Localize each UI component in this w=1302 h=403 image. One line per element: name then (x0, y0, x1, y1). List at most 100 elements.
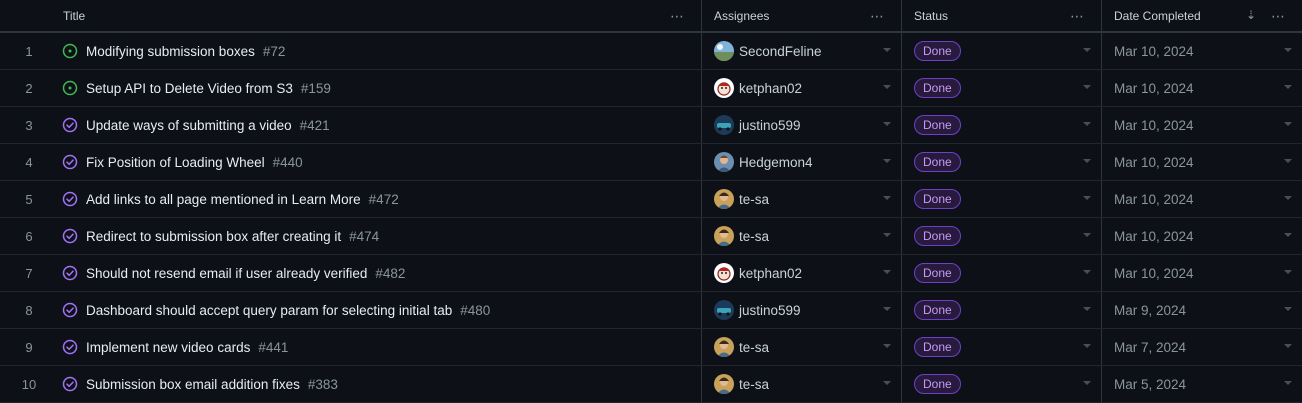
chevron-down-icon[interactable] (1284, 48, 1292, 52)
table-row[interactable]: 8 Dashboard should accept query param fo… (0, 292, 1302, 329)
chevron-down-icon[interactable] (1284, 196, 1292, 200)
assignee-cell[interactable]: te-sa (702, 218, 902, 254)
chevron-down-icon[interactable] (1284, 381, 1292, 385)
chevron-down-icon[interactable] (1284, 344, 1292, 348)
issue-title[interactable]: Add links to all page mentioned in Learn… (86, 192, 361, 207)
issue-number[interactable]: #421 (300, 118, 330, 133)
chevron-down-icon[interactable] (1284, 122, 1292, 126)
chevron-down-icon[interactable] (883, 270, 891, 274)
sort-descending-icon[interactable]: ⇣ (1246, 8, 1256, 22)
issue-number[interactable]: #472 (369, 192, 399, 207)
issue-number[interactable]: #72 (263, 44, 286, 59)
issue-title[interactable]: Update ways of submitting a video (86, 118, 292, 133)
chevron-down-icon[interactable] (883, 344, 891, 348)
more-options-icon[interactable]: ⋯ (670, 8, 685, 25)
title-cell[interactable]: Add links to all page mentioned in Learn… (58, 181, 702, 217)
more-options-icon[interactable]: ⋯ (1271, 8, 1286, 25)
title-cell[interactable]: Update ways of submitting a video #421 (58, 107, 702, 143)
chevron-down-icon[interactable] (1083, 196, 1091, 200)
issue-number[interactable]: #383 (308, 377, 338, 392)
status-cell[interactable]: Done (902, 70, 1102, 106)
issue-number[interactable]: #441 (258, 340, 288, 355)
chevron-down-icon[interactable] (1284, 85, 1292, 89)
date-completed-cell[interactable]: Mar 7, 2024 (1102, 329, 1302, 365)
chevron-down-icon[interactable] (1083, 381, 1091, 385)
status-cell[interactable]: Done (902, 218, 1102, 254)
title-cell[interactable]: Redirect to submission box after creatin… (58, 218, 702, 254)
column-header-date-completed[interactable]: Date Completed ⇣ ⋯ (1102, 0, 1302, 31)
issue-number[interactable]: #482 (375, 266, 405, 281)
date-completed-cell[interactable]: Mar 5, 2024 (1102, 366, 1302, 402)
status-cell[interactable]: Done (902, 144, 1102, 180)
chevron-down-icon[interactable] (883, 307, 891, 311)
title-cell[interactable]: Should not resend email if user already … (58, 255, 702, 291)
chevron-down-icon[interactable] (883, 48, 891, 52)
column-header-assignees[interactable]: Assignees ⋯ (702, 0, 902, 31)
date-completed-cell[interactable]: Mar 10, 2024 (1102, 33, 1302, 69)
assignee-cell[interactable]: ketphan02 (702, 255, 902, 291)
chevron-down-icon[interactable] (1284, 233, 1292, 237)
assignee-cell[interactable]: ketphan02 (702, 70, 902, 106)
chevron-down-icon[interactable] (883, 381, 891, 385)
chevron-down-icon[interactable] (883, 196, 891, 200)
issue-title[interactable]: Setup API to Delete Video from S3 (86, 81, 293, 96)
title-cell[interactable]: Fix Position of Loading Wheel #440 (58, 144, 702, 180)
table-row[interactable]: 3 Update ways of submitting a video #421… (0, 107, 1302, 144)
table-row[interactable]: 6 Redirect to submission box after creat… (0, 218, 1302, 255)
table-row[interactable]: 5 Add links to all page mentioned in Lea… (0, 181, 1302, 218)
chevron-down-icon[interactable] (1284, 307, 1292, 311)
issue-title[interactable]: Should not resend email if user already … (86, 266, 367, 281)
date-completed-cell[interactable]: Mar 10, 2024 (1102, 70, 1302, 106)
issue-number[interactable]: #474 (349, 229, 379, 244)
status-cell[interactable]: Done (902, 107, 1102, 143)
assignee-cell[interactable]: te-sa (702, 366, 902, 402)
chevron-down-icon[interactable] (883, 122, 891, 126)
issue-title[interactable]: Implement new video cards (86, 340, 250, 355)
status-cell[interactable]: Done (902, 33, 1102, 69)
assignee-cell[interactable]: te-sa (702, 329, 902, 365)
title-cell[interactable]: Dashboard should accept query param for … (58, 292, 702, 328)
date-completed-cell[interactable]: Mar 10, 2024 (1102, 181, 1302, 217)
status-cell[interactable]: Done (902, 292, 1102, 328)
title-cell[interactable]: Submission box email addition fixes #383 (58, 366, 702, 402)
chevron-down-icon[interactable] (1083, 85, 1091, 89)
assignee-cell[interactable]: justino599 (702, 107, 902, 143)
issue-number[interactable]: #440 (273, 155, 303, 170)
chevron-down-icon[interactable] (883, 233, 891, 237)
date-completed-cell[interactable]: Mar 10, 2024 (1102, 255, 1302, 291)
assignee-cell[interactable]: te-sa (702, 181, 902, 217)
assignee-cell[interactable]: SecondFeline (702, 33, 902, 69)
assignee-cell[interactable]: justino599 (702, 292, 902, 328)
chevron-down-icon[interactable] (1083, 48, 1091, 52)
chevron-down-icon[interactable] (1284, 159, 1292, 163)
chevron-down-icon[interactable] (1083, 270, 1091, 274)
issue-number[interactable]: #159 (301, 81, 331, 96)
title-cell[interactable]: Setup API to Delete Video from S3 #159 (58, 70, 702, 106)
column-header-status[interactable]: Status ⋯ (902, 0, 1102, 31)
title-cell[interactable]: Modifying submission boxes #72 (58, 33, 702, 69)
date-completed-cell[interactable]: Mar 10, 2024 (1102, 218, 1302, 254)
issue-title[interactable]: Submission box email addition fixes (86, 377, 300, 392)
chevron-down-icon[interactable] (1083, 233, 1091, 237)
column-header-title[interactable]: Title ⋯ (58, 0, 702, 31)
issue-title[interactable]: Redirect to submission box after creatin… (86, 229, 341, 244)
table-row[interactable]: 2 Setup API to Delete Video from S3 #159… (0, 70, 1302, 107)
chevron-down-icon[interactable] (883, 159, 891, 163)
chevron-down-icon[interactable] (883, 85, 891, 89)
issue-title[interactable]: Dashboard should accept query param for … (86, 303, 452, 318)
table-row[interactable]: 4 Fix Position of Loading Wheel #440 Hed… (0, 144, 1302, 181)
date-completed-cell[interactable]: Mar 9, 2024 (1102, 292, 1302, 328)
status-cell[interactable]: Done (902, 181, 1102, 217)
issue-title[interactable]: Fix Position of Loading Wheel (86, 155, 265, 170)
more-options-icon[interactable]: ⋯ (1070, 8, 1085, 25)
status-cell[interactable]: Done (902, 255, 1102, 291)
assignee-cell[interactable]: Hedgemon4 (702, 144, 902, 180)
table-row[interactable]: 7 Should not resend email if user alread… (0, 255, 1302, 292)
chevron-down-icon[interactable] (1284, 270, 1292, 274)
title-cell[interactable]: Implement new video cards #441 (58, 329, 702, 365)
chevron-down-icon[interactable] (1083, 307, 1091, 311)
more-options-icon[interactable]: ⋯ (870, 8, 885, 25)
date-completed-cell[interactable]: Mar 10, 2024 (1102, 144, 1302, 180)
chevron-down-icon[interactable] (1083, 344, 1091, 348)
table-row[interactable]: 10 Submission box email addition fixes #… (0, 366, 1302, 403)
